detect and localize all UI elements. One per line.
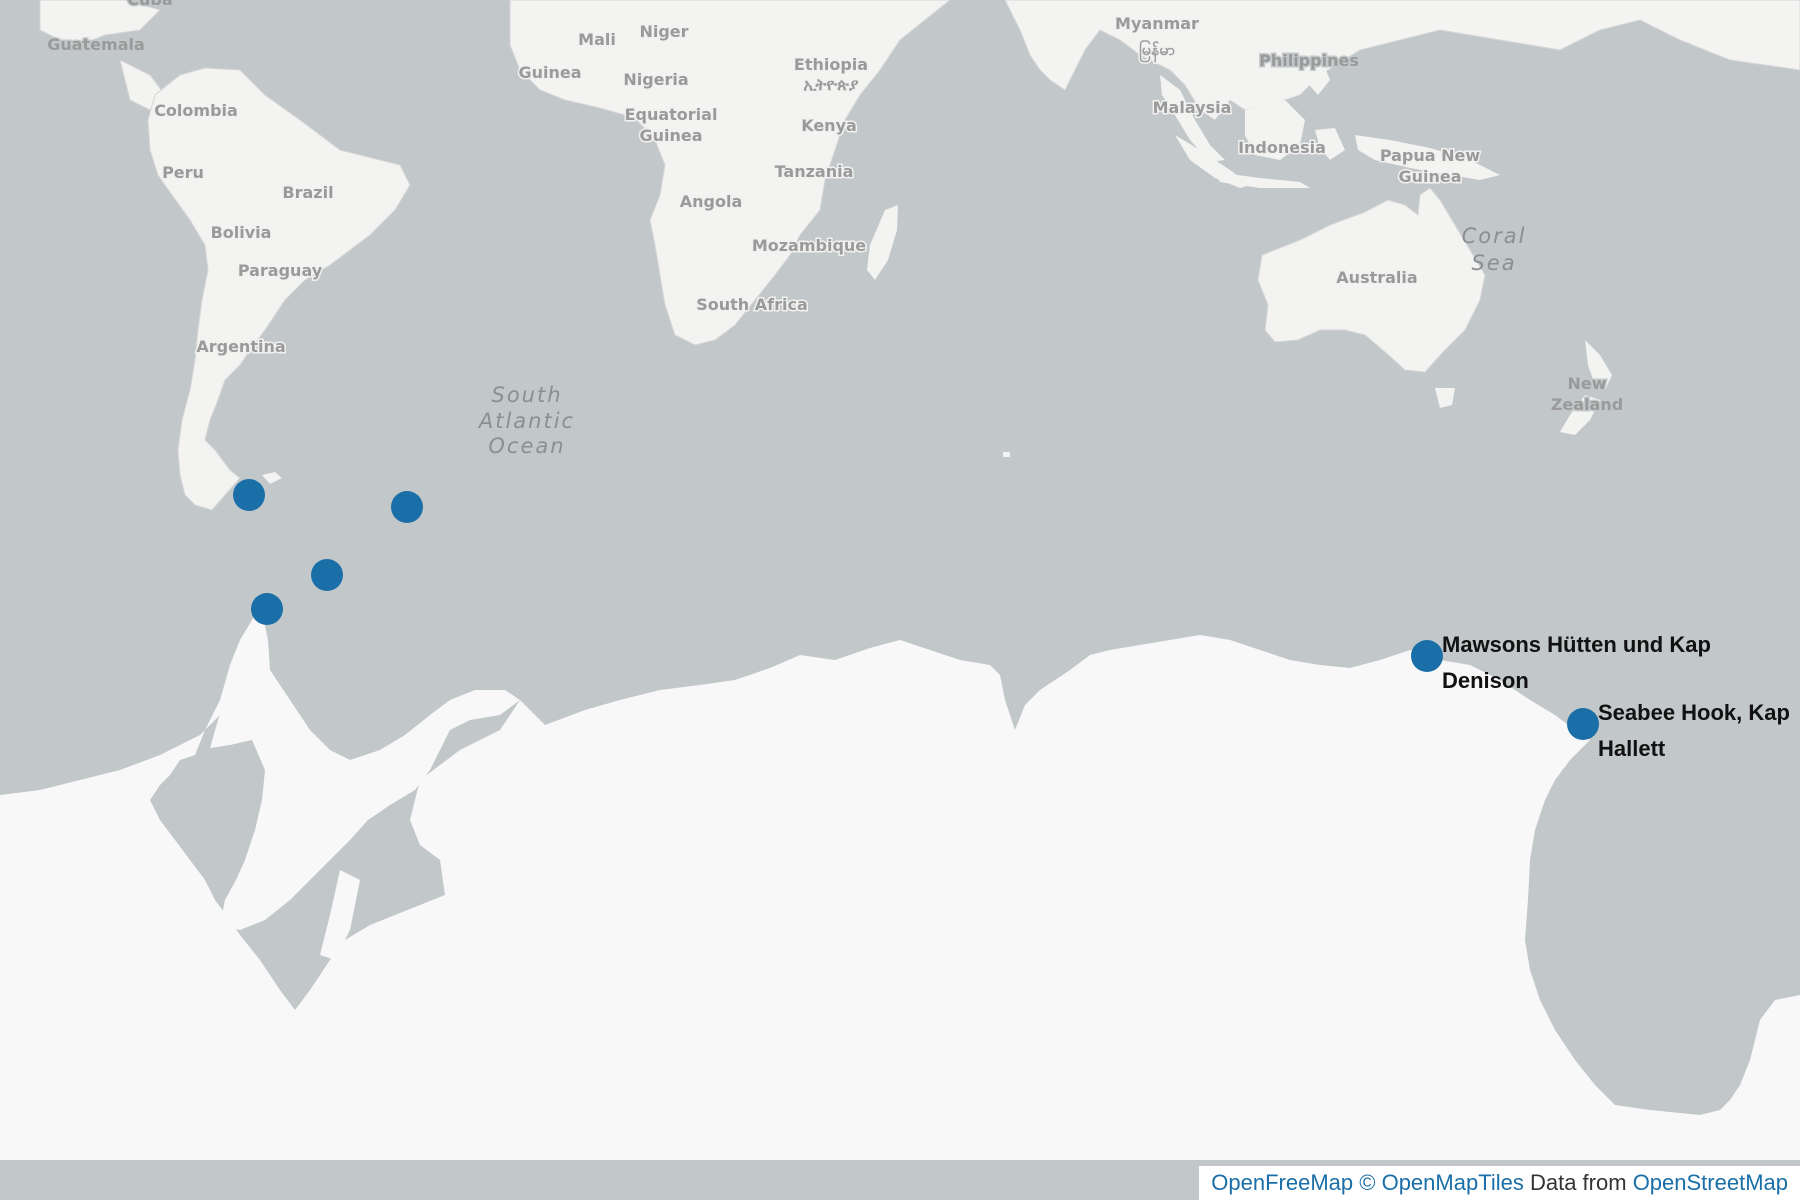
openmaptiles-link[interactable]: © OpenMapTiles bbox=[1359, 1170, 1524, 1196]
country-label-south-africa: South Africa bbox=[696, 295, 808, 314]
country-label-tanzania: Tanzania bbox=[775, 162, 854, 181]
ocean-label-line: Atlantic bbox=[477, 409, 575, 433]
country-label-kenya: Kenya bbox=[801, 116, 857, 135]
country-label-equatorial-guinea: Equatorial bbox=[625, 105, 718, 124]
map-marker-seabee-hook[interactable] bbox=[1567, 708, 1599, 740]
ocean-label-line: Sea bbox=[1471, 251, 1516, 275]
country-label-paraguay: Paraguay bbox=[238, 261, 323, 280]
country-label-guatemala: Guatemala bbox=[47, 35, 145, 54]
data-from-text: Data from bbox=[1529, 1170, 1627, 1195]
country-label-malaysia: Malaysia bbox=[1153, 98, 1232, 117]
country-label-new-zealand: Zealand bbox=[1551, 395, 1623, 414]
country-label-mozambique: Mozambique bbox=[752, 236, 866, 255]
country-label-bolivia: Bolivia bbox=[211, 223, 272, 242]
country-label-papua-new-guinea: Guinea bbox=[1398, 167, 1461, 186]
marker-label-mawsons-huetten: Mawsons Hütten und Kap bbox=[1442, 632, 1711, 657]
marker-label-seabee-hook: Hallett bbox=[1598, 736, 1666, 761]
marker-label-mawsons-huetten: Denison bbox=[1442, 668, 1529, 693]
map-attribution: OpenFreeMap © OpenMapTiles Data from Ope… bbox=[1199, 1166, 1800, 1200]
country-label-indonesia: Indonesia bbox=[1238, 138, 1326, 157]
openfreemap-link[interactable]: OpenFreeMap bbox=[1211, 1170, 1353, 1196]
kerguelen-island bbox=[1003, 452, 1010, 457]
country-label-ethiopia-native: ኢትዮጵያ bbox=[803, 75, 858, 94]
map-marker[interactable] bbox=[311, 559, 343, 591]
country-label-papua-new-guinea: Papua New bbox=[1380, 146, 1481, 165]
openstreetmap-link[interactable]: OpenStreetMap bbox=[1633, 1170, 1788, 1196]
country-label-nigeria: Nigeria bbox=[623, 70, 688, 89]
map-marker[interactable] bbox=[233, 479, 265, 511]
country-label-myanmar: Myanmar bbox=[1115, 14, 1199, 33]
country-label-mali: Mali bbox=[578, 30, 616, 49]
country-label-argentina: Argentina bbox=[196, 337, 285, 356]
country-label-peru: Peru bbox=[162, 163, 204, 182]
country-label-cuba: Cuba bbox=[127, 0, 172, 9]
marker-label-seabee-hook: Seabee Hook, Kap bbox=[1598, 700, 1790, 725]
country-label-niger: Niger bbox=[639, 22, 688, 41]
basemap[interactable]: South Atlantic Ocean Coral Sea Cuba Guat… bbox=[0, 0, 1800, 1200]
country-label-ethiopia: Ethiopia bbox=[794, 55, 868, 74]
country-label-australia: Australia bbox=[1336, 268, 1417, 287]
ocean-label-line: South bbox=[491, 383, 562, 407]
country-label-new-zealand: New bbox=[1567, 374, 1606, 393]
map-marker-mawsons-huetten[interactable] bbox=[1411, 640, 1443, 672]
map-view[interactable]: South Atlantic Ocean Coral Sea Cuba Guat… bbox=[0, 0, 1800, 1200]
country-label-angola: Angola bbox=[680, 192, 743, 211]
country-label-brazil: Brazil bbox=[282, 183, 333, 202]
map-marker[interactable] bbox=[251, 593, 283, 625]
south-atlantic-ocean-label: South Atlantic Ocean bbox=[477, 383, 575, 458]
country-label-philippines: Philippines bbox=[1259, 51, 1359, 70]
country-label-colombia: Colombia bbox=[154, 101, 238, 120]
country-label-equatorial-guinea: Guinea bbox=[639, 126, 702, 145]
ocean-label-line: Ocean bbox=[488, 434, 565, 458]
ocean-label-line: Coral bbox=[1462, 224, 1527, 248]
map-marker[interactable] bbox=[391, 491, 423, 523]
country-label-guinea: Guinea bbox=[518, 63, 581, 82]
